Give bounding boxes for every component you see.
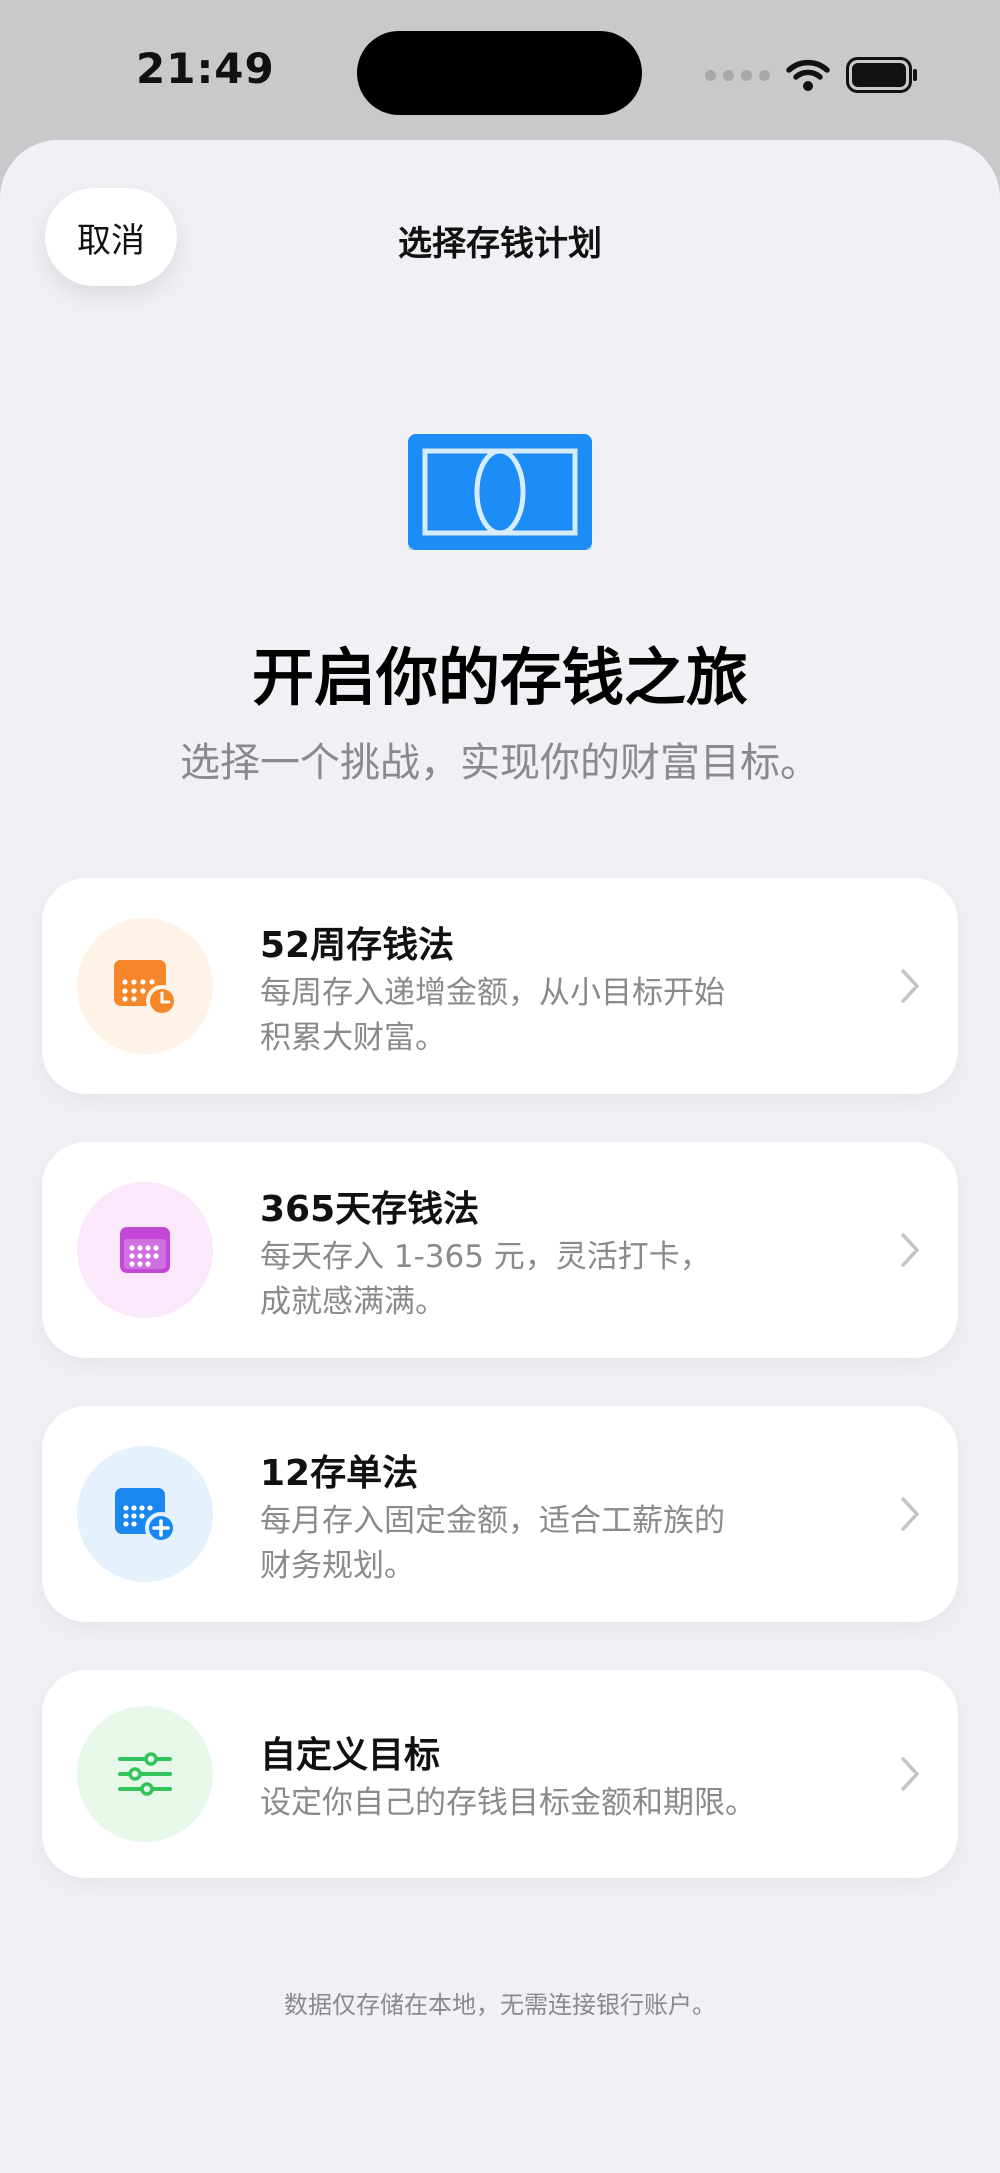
sliders-icon [77,1706,213,1842]
wifi-icon [786,59,830,91]
calendar-clock-icon [77,918,213,1054]
status-bar: 21:49 [0,0,1000,140]
hero-title: 开启你的存钱之旅 [251,641,748,714]
plan-description: 每周存入递增金额，从小目标开始 [260,975,725,1011]
plan-title: 12存单法 [260,1453,419,1494]
chevron-right-icon [901,1497,919,1531]
plan-card-12-deposit[interactable]: 12存单法 每月存入固定金额，适合工薪族的 财务规划。 [42,1406,958,1622]
plan-description: 成就感满满。 [260,1284,446,1320]
calendar-plus-icon [77,1446,213,1582]
plan-description: 积累大财富。 [260,1020,446,1056]
battery-icon [846,57,917,93]
plan-title: 365天存钱法 [260,1189,480,1230]
cellular-signal-icon [705,69,770,81]
plan-card-52-week[interactable]: 52周存钱法 每周存入递增金额，从小目标开始 积累大财富。 [42,878,958,1094]
privacy-note: 数据仅存储在本地，无需连接银行账户。 [284,1991,716,2019]
status-icons [705,52,918,98]
plan-description: 设定你自己的存钱目标金额和期限。 [260,1785,756,1821]
nav-title: 选择存钱计划 [398,224,602,264]
plan-description: 财务规划。 [260,1548,415,1584]
plan-card-365-day[interactable]: 365天存钱法 每天存入 1-365 元，灵活打卡， 成就感满满。 [42,1142,958,1358]
chevron-right-icon [901,1757,919,1791]
plan-title: 52周存钱法 [260,925,455,966]
dynamic-island [357,31,642,115]
banknote-icon [408,434,592,550]
status-time: 21:49 [136,44,275,93]
plan-card-custom-goal[interactable]: 自定义目标 设定你自己的存钱目标金额和期限。 [42,1670,958,1878]
hero-subtitle: 选择一个挑战，实现你的财富目标。 [180,740,820,786]
calendar-icon [77,1182,213,1318]
chevron-right-icon [901,969,919,1003]
plan-title: 自定义目标 [260,1735,441,1776]
plan-selection-sheet: 取消 选择存钱计划 开启你的存钱之旅 选择一个挑战，实现你的财富目标。 52周存… [0,140,1000,2173]
chevron-right-icon [901,1233,919,1267]
plan-description: 每月存入固定金额，适合工薪族的 [260,1503,725,1539]
plan-description: 每天存入 1-365 元，灵活打卡， [260,1239,711,1275]
